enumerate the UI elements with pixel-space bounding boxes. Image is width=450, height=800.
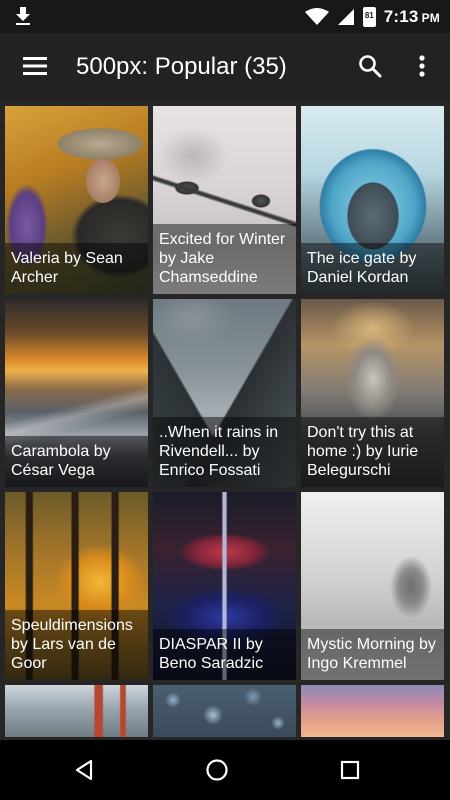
photo-tile[interactable]: Speuldimensions by Lars van de Goor: [5, 492, 148, 680]
photo-caption: Excited for Winter by Jake Chamseddine: [153, 224, 296, 294]
more-vert-icon: [419, 55, 425, 77]
photo-tile[interactable]: [5, 685, 148, 737]
photo-tile[interactable]: ..When it rains in Rivendell... by Enric…: [153, 299, 296, 487]
system-nav-bar: [0, 740, 450, 800]
home-icon: [206, 759, 228, 781]
clock-time: 7:13: [383, 6, 419, 26]
photo-tile[interactable]: DIASPAR II by Beno Saradzic: [153, 492, 296, 680]
menu-button[interactable]: [10, 41, 60, 91]
photo-caption: DIASPAR II by Beno Saradzic: [153, 629, 296, 680]
photo-caption: Mystic Morning by Ingo Kremmel: [301, 629, 444, 680]
back-button[interactable]: [64, 750, 104, 790]
photo-caption: ..When it rains in Rivendell... by Enric…: [153, 417, 296, 487]
photo-tile[interactable]: [153, 685, 296, 737]
search-button[interactable]: [346, 41, 394, 91]
battery-icon: 81: [362, 6, 376, 27]
search-icon: [359, 55, 382, 78]
photo-caption: The ice gate by Daniel Kordan: [301, 243, 444, 294]
signal-icon: [337, 8, 354, 25]
photo-tile[interactable]: Carambola by César Vega: [5, 299, 148, 487]
page-title: 500px: Popular (35): [76, 53, 287, 80]
more-options-button[interactable]: [400, 41, 444, 91]
menu-icon: [23, 57, 47, 75]
battery-level: 81: [364, 10, 374, 20]
photo-tile[interactable]: [301, 685, 444, 737]
recents-button[interactable]: [330, 750, 370, 790]
photo-caption: Valeria by Sean Archer: [5, 243, 148, 294]
photo-caption: Don't try this at home :) by Iurie Beleg…: [301, 417, 444, 487]
download-icon: [16, 7, 30, 25]
photo-image: [5, 685, 148, 737]
photo-grid[interactable]: Valeria by Sean Archer Excited for Winte…: [0, 101, 450, 740]
status-bar: 81 7:13 PM: [0, 0, 450, 33]
photo-tile[interactable]: Don't try this at home :) by Iurie Beleg…: [301, 299, 444, 487]
photo-caption: Speuldimensions by Lars van de Goor: [5, 610, 148, 680]
photo-tile[interactable]: Excited for Winter by Jake Chamseddine: [153, 106, 296, 294]
clock: 7:13 PM: [384, 7, 440, 27]
photo-image: [153, 685, 296, 737]
app-bar: 500px: Popular (35): [0, 33, 450, 101]
clock-ampm: PM: [421, 10, 440, 25]
photo-tile[interactable]: The ice gate by Daniel Kordan: [301, 106, 444, 294]
home-button[interactable]: [197, 750, 237, 790]
back-icon: [75, 759, 93, 781]
photo-tile[interactable]: Valeria by Sean Archer: [5, 106, 148, 294]
photo-image: [301, 685, 444, 737]
recents-icon: [340, 760, 360, 780]
wifi-icon: [304, 7, 329, 25]
photo-tile[interactable]: Mystic Morning by Ingo Kremmel: [301, 492, 444, 680]
photo-caption: Carambola by César Vega: [5, 436, 148, 487]
